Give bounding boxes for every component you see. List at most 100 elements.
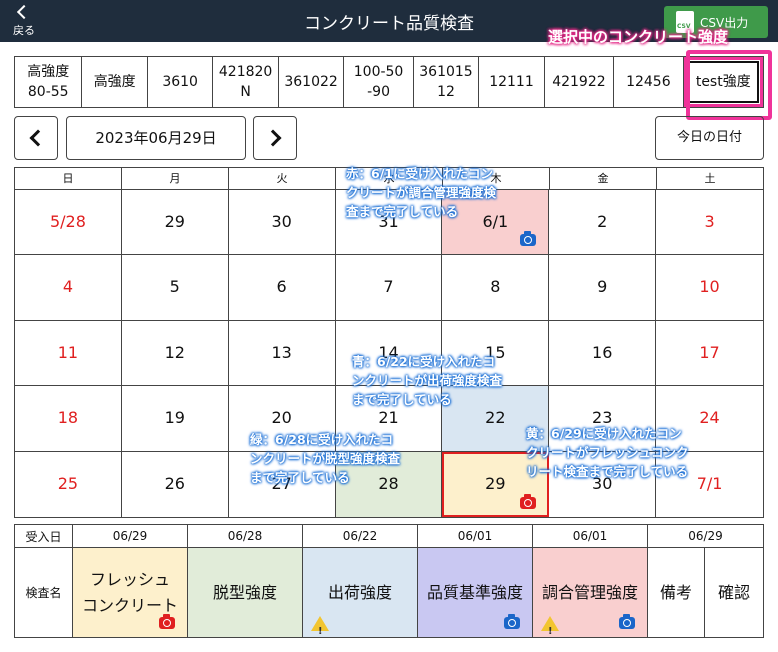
calendar-day[interactable]: 6 [228, 255, 336, 321]
day-number: 30 [271, 212, 292, 231]
today-button[interactable]: 今日の日付 [655, 116, 764, 160]
received-date-row: 受入日 06/29 06/28 06/22 06/01 06/01 06/29 [15, 525, 763, 548]
day-number: 2 [597, 212, 608, 231]
remarks-cell[interactable]: 備考 [648, 548, 705, 637]
calendar-day[interactable]: 5 [121, 255, 229, 321]
next-day-button[interactable] [253, 116, 297, 160]
strength-option[interactable]: 12111 [479, 57, 545, 107]
day-number: 7/1 [696, 473, 723, 493]
chevron-right-icon [264, 129, 282, 147]
day-number: 19 [164, 408, 185, 428]
day-number: 21 [378, 408, 399, 428]
day-number: 29 [164, 212, 185, 231]
day-number: 5/28 [49, 212, 86, 231]
day-number: 4 [62, 277, 74, 297]
day-number: 11 [57, 342, 79, 362]
strength-option[interactable]: 12456 [614, 57, 684, 107]
calendar-day[interactable]: 11 [15, 320, 122, 387]
day-number: 12 [164, 342, 185, 362]
strength-option[interactable]: 高強度 [82, 57, 148, 107]
weekday-label: 月 [122, 168, 229, 189]
calendar-day[interactable]: 26 [122, 451, 229, 517]
strength-option[interactable]: 421820 N [213, 57, 279, 107]
inspection-name: 出荷強度 [327, 582, 392, 602]
warning-icon [311, 616, 329, 645]
calendar-day[interactable]: 7 [335, 255, 443, 321]
received-date: 06/01 [533, 525, 648, 547]
calendar-day[interactable]: 3 [656, 190, 763, 256]
day-number: 20 [271, 408, 292, 428]
calendar-day[interactable]: 4 [15, 255, 122, 321]
calendar-day[interactable]: 12 [121, 320, 229, 387]
strength-selector: 高強度 80-55 高強度 3610 421820 N 361022 100-5… [14, 56, 764, 108]
received-date: 06/01 [418, 525, 533, 547]
received-date-label: 受入日 [15, 525, 73, 547]
calendar-day[interactable]: 18 [15, 386, 122, 452]
weekday-label: 日 [15, 168, 122, 189]
day-number: 25 [57, 473, 79, 493]
day-number: 17 [699, 342, 720, 362]
day-number: 5 [169, 277, 180, 297]
current-date-display[interactable]: 2023年06月29日 [66, 116, 246, 160]
camera-icon [520, 231, 537, 247]
day-number: 9 [597, 277, 608, 297]
day-number: 18 [57, 408, 79, 428]
camera-icon [504, 614, 520, 629]
received-date: 06/22 [303, 525, 418, 547]
calendar-day[interactable]: 9 [549, 255, 657, 321]
day-number: 16 [592, 342, 613, 362]
weekday-label: 金 [550, 168, 657, 189]
calendar-day[interactable]: 2 [549, 190, 657, 256]
day-number: 3 [704, 212, 715, 231]
calendar-day[interactable]: 5/28 [15, 190, 122, 256]
day-number: 10 [699, 277, 720, 297]
calendar-day[interactable]: 16 [549, 320, 657, 387]
camera-icon [159, 614, 175, 629]
camera-icon [619, 614, 635, 629]
calendar-day[interactable]: 17 [656, 321, 763, 387]
inspection-quality-standard-strength[interactable]: 品質基準強度 [418, 548, 533, 637]
calendar-day[interactable]: 19 [121, 386, 229, 452]
weekday-label: 土 [704, 172, 716, 185]
calendar-day[interactable]: 29 [121, 190, 229, 256]
selected-strength-callout: 選択中のコンクリート強度 [548, 28, 729, 46]
day-number: 24 [699, 408, 720, 428]
strength-option[interactable]: 361015 12 [414, 57, 480, 107]
received-date: 06/29 [73, 525, 188, 547]
inspection-name-row: 検査名 フレッシュ コンクリート 脱型強度 出荷強度 品質基準強度 調合管理強度… [15, 548, 763, 645]
weekday-label: 火 [229, 168, 336, 189]
day-number: 6 [276, 277, 287, 297]
camera-icon [520, 494, 537, 509]
inspection-name: フレッシュ コンクリート [81, 569, 178, 615]
annotation-blue: 青：6/22に受け入れたコ ンクリートが出荷強度検査 まで完了している [352, 354, 503, 407]
calendar-day[interactable]: 8 [442, 255, 550, 321]
inspection-mix-control-strength[interactable]: 調合管理強度 [533, 548, 648, 645]
calendar-day[interactable]: 25 [15, 451, 122, 517]
inspection-table: 受入日 06/29 06/28 06/22 06/01 06/01 06/29 … [14, 524, 764, 645]
received-date: 06/28 [188, 525, 303, 547]
calendar-day[interactable]: 13 [228, 320, 336, 387]
annotation-green: 緑：6/28に受け入れたコ ンクリートが脱型強度検査 まで完了している [250, 432, 401, 485]
warning-icon [541, 616, 559, 645]
chevron-left-icon [29, 129, 47, 147]
calendar-day[interactable]: 10 [656, 255, 763, 321]
day-number: 29 [485, 473, 506, 493]
strength-option-selected[interactable]: test強度 [683, 57, 763, 107]
remarks-label: 備考 [659, 582, 692, 602]
inspection-shipping-strength[interactable]: 出荷強度 [303, 548, 418, 645]
calendar-day[interactable]: 30 [228, 190, 336, 256]
day-number: 26 [164, 473, 185, 493]
inspection-demolding-strength[interactable]: 脱型強度 [188, 548, 303, 637]
annotation-yellow: 黄：6/29に受け入れたコン クリートがフレッシュコンク リート検査まで完了して… [526, 426, 689, 479]
previous-day-button[interactable] [14, 116, 58, 160]
strength-option[interactable]: 高強度 80-55 [15, 57, 83, 107]
inspection-name: 脱型強度 [212, 582, 277, 602]
confirm-cell[interactable]: 確認 [705, 548, 763, 637]
received-date: 06/29 [688, 529, 723, 543]
inspection-fresh-concrete[interactable]: フレッシュ コンクリート [73, 548, 188, 637]
strength-option[interactable]: 421922 [545, 57, 615, 107]
strength-option[interactable]: 3610 [148, 57, 214, 107]
strength-option[interactable]: 361022 [279, 57, 345, 107]
day-number: 13 [271, 342, 292, 362]
strength-option[interactable]: 100-50 -90 [344, 57, 414, 107]
